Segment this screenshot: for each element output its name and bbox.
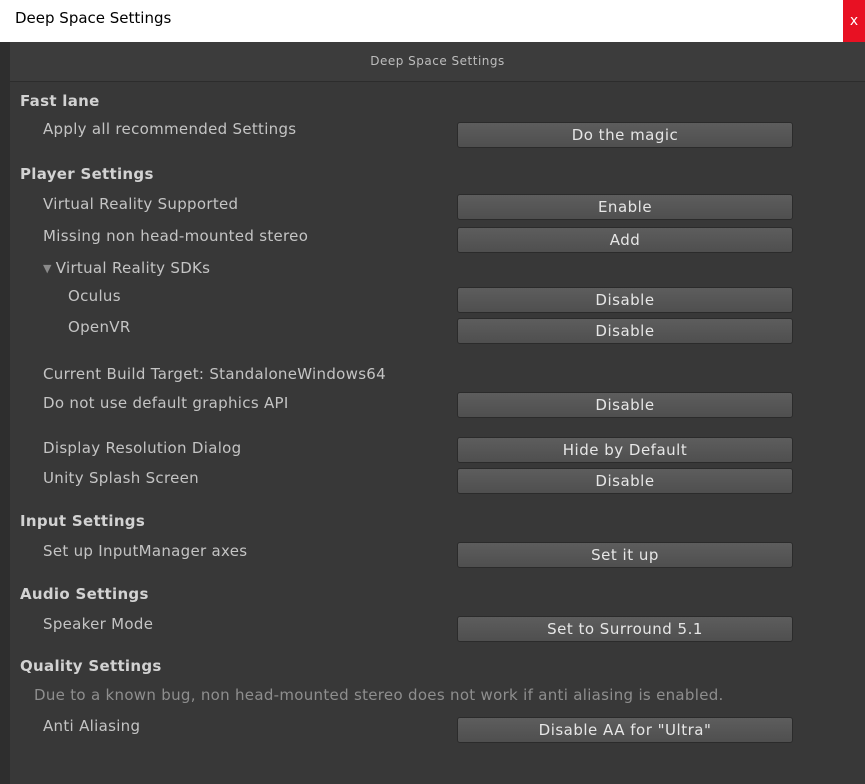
oculus-label: Oculus [68,287,121,305]
section-quality-settings: Quality Settings [20,657,162,675]
inputmanager-axes-label: Set up InputManager axes [43,542,248,560]
missing-stereo-add-button[interactable]: Add [457,227,793,253]
apply-recommended-label: Apply all recommended Settings [43,120,297,138]
anti-aliasing-note: Due to a known bug, non head-mounted ste… [34,686,724,704]
splash-screen-label: Unity Splash Screen [43,469,199,487]
openvr-label: OpenVR [68,318,131,336]
resolution-dialog-label: Display Resolution Dialog [43,439,242,457]
graphics-api-disable-button[interactable]: Disable [457,392,793,418]
openvr-disable-button[interactable]: Disable [457,318,793,344]
build-target-label: Current Build Target: StandaloneWindows6… [43,365,386,383]
panel-header: Deep Space Settings [10,42,865,82]
vr-supported-enable-button[interactable]: Enable [457,194,793,220]
vr-sdks-label: Virtual Reality SDKs [55,259,211,277]
section-player-settings: Player Settings [20,165,154,183]
triangle-down-icon: ▼ [43,262,52,275]
speaker-mode-label: Speaker Mode [43,615,154,633]
section-input-settings: Input Settings [20,512,146,530]
section-fast-lane: Fast lane [20,92,100,110]
vr-sdks-foldout[interactable]: ▼ Virtual Reality SDKs [43,259,210,277]
do-the-magic-button[interactable]: Do the magic [457,122,793,148]
set-surround-button[interactable]: Set to Surround 5.1 [457,616,793,642]
window-title: Deep Space Settings [15,9,172,27]
set-it-up-button[interactable]: Set it up [457,542,793,568]
settings-content: Fast lane Apply all recommended Settings… [10,82,865,784]
title-bar: Deep Space Settings x [0,0,865,42]
close-button[interactable]: x [843,0,865,42]
splash-disable-button[interactable]: Disable [457,468,793,494]
vr-supported-label: Virtual Reality Supported [43,195,239,213]
missing-stereo-label: Missing non head-mounted stereo [43,227,309,245]
disable-aa-ultra-button[interactable]: Disable AA for "Ultra" [457,717,793,743]
left-edge [0,42,10,784]
anti-aliasing-label: Anti Aliasing [43,717,141,735]
panel-header-label: Deep Space Settings [370,54,505,68]
section-audio-settings: Audio Settings [20,585,149,603]
hide-by-default-button[interactable]: Hide by Default [457,437,793,463]
deep-space-settings-window: Deep Space Settings x Deep Space Setting… [0,0,865,784]
oculus-disable-button[interactable]: Disable [457,287,793,313]
graphics-api-label: Do not use default graphics API [43,394,289,412]
